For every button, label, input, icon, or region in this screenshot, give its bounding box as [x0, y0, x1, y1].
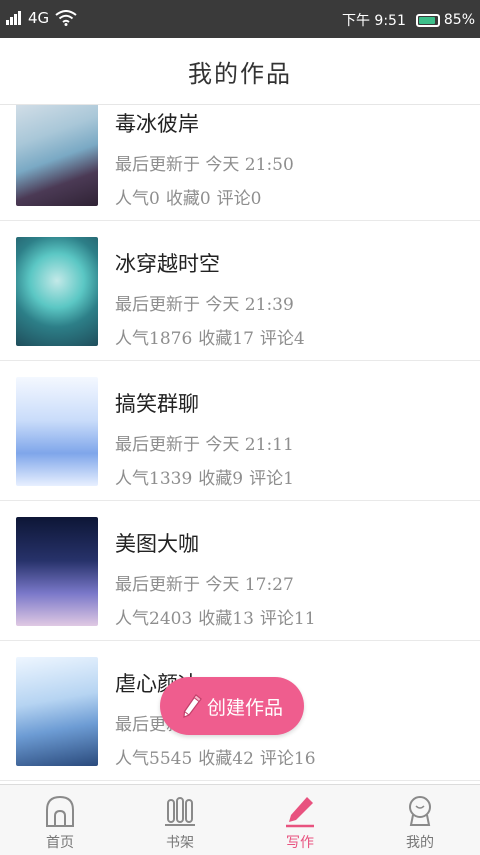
- work-comments: 评论11: [259, 609, 316, 629]
- work-item[interactable]: 搞笑群聊 最后更新于 今天 21:11 人气1339 收藏9 评论1: [0, 361, 480, 501]
- nav-profile[interactable]: 我的: [360, 785, 480, 855]
- work-comments: 评论16: [259, 749, 316, 769]
- work-title: 搞笑群聊: [115, 392, 199, 416]
- work-favorites: 收藏13: [198, 609, 254, 629]
- create-work-button[interactable]: 创建作品: [160, 677, 304, 735]
- wifi-icon: [55, 10, 77, 26]
- work-cover-image: [16, 517, 98, 626]
- work-favorites: 收藏42: [198, 749, 254, 769]
- work-updated: 最后更新于 今天 21:11: [115, 435, 294, 455]
- nav-bookshelf-label: 书架: [166, 835, 194, 851]
- signal-icon: [6, 11, 22, 25]
- work-title: 美图大咖: [115, 532, 199, 556]
- work-stats: 人气5545 收藏42 评论16: [115, 744, 322, 769]
- work-cover-image: [16, 377, 98, 486]
- work-cover-image: [16, 104, 98, 206]
- pencil-icon: [183, 694, 202, 718]
- clock: 下午 9:51: [341, 13, 406, 29]
- battery-icon: [415, 13, 440, 27]
- work-favorites: 收藏9: [198, 469, 244, 489]
- work-cover-image: [16, 657, 98, 766]
- work-popularity: 人气1876: [115, 329, 193, 349]
- work-comments: 评论0: [216, 189, 262, 209]
- work-favorites: 收藏17: [198, 329, 254, 349]
- work-updated: 最后更新于 今天 17:27: [115, 575, 294, 595]
- nav-home[interactable]: 首页: [0, 785, 120, 855]
- work-updated: 最后更新于 今天 21:50: [115, 155, 294, 175]
- status-bar: 4G 下午 9:51 85%: [0, 0, 480, 38]
- nav-bookshelf[interactable]: 书架: [120, 785, 240, 855]
- nav-write-label: 写作: [286, 835, 314, 851]
- work-comments: 评论1: [249, 469, 294, 489]
- nav-profile-label: 我的: [406, 835, 434, 851]
- work-favorites: 收藏0: [165, 189, 211, 209]
- nav-write[interactable]: 写作: [240, 785, 360, 855]
- profile-icon: [409, 796, 431, 826]
- work-stats: 人气1876 收藏17 评论4: [115, 324, 311, 349]
- nav-home-label: 首页: [46, 835, 74, 851]
- work-popularity: 人气2403: [115, 609, 193, 629]
- work-popularity: 人气1339: [115, 469, 193, 489]
- create-work-label: 创建作品: [206, 696, 283, 719]
- network-label: 4G: [28, 9, 50, 27]
- work-updated: 最后更新于 今天 21:39: [115, 295, 294, 315]
- work-title: 冰穿越时空: [115, 252, 220, 276]
- page-title: 我的作品: [188, 59, 292, 88]
- work-stats: 人气1339 收藏9 评论1: [115, 464, 300, 489]
- page-header: 我的作品: [0, 38, 480, 105]
- work-stats: 人气0 收藏0 评论0: [115, 184, 267, 209]
- bottom-nav: 首页 书架 写作 我的: [0, 784, 480, 855]
- work-item[interactable]: 美图大咖 最后更新于 今天 17:27 人气2403 收藏13 评论11: [0, 501, 480, 641]
- write-icon: [286, 797, 314, 828]
- work-popularity: 人气0: [115, 189, 160, 209]
- bookshelf-icon: [165, 797, 195, 826]
- home-icon: [46, 795, 74, 827]
- battery-percent: 85%: [443, 12, 475, 28]
- work-title: 毒冰彼岸: [115, 112, 199, 136]
- work-cover-image: [16, 237, 98, 346]
- work-stats: 人气2403 收藏13 评论11: [115, 604, 322, 629]
- work-item[interactable]: 冰穿越时空 最后更新于 今天 21:39 人气1876 收藏17 评论4: [0, 221, 480, 361]
- work-popularity: 人气5545: [115, 749, 193, 769]
- work-comments: 评论4: [259, 329, 305, 349]
- work-item[interactable]: 毒冰彼岸 最后更新于 今天 21:50 人气0 收藏0 评论0: [0, 104, 480, 221]
